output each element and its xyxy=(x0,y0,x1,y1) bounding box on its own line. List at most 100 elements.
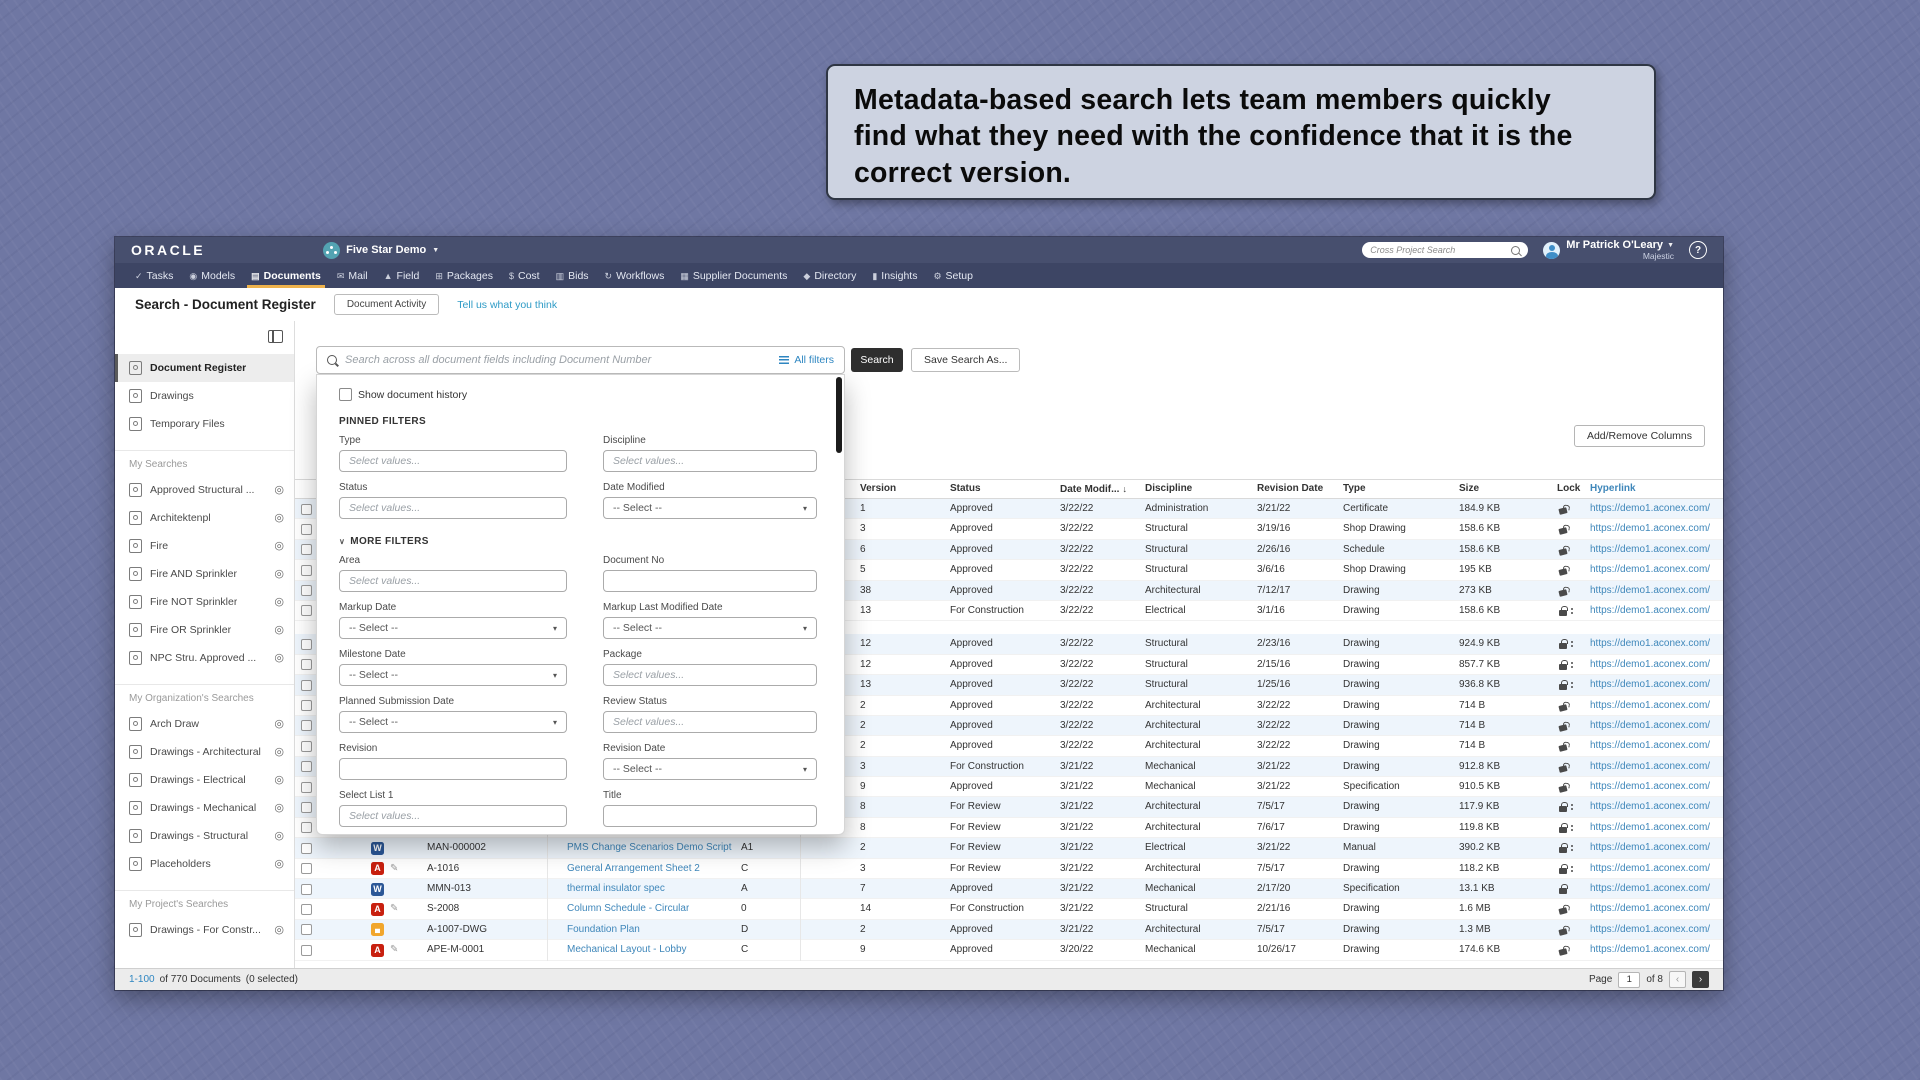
title-link[interactable]: Foundation Plan xyxy=(567,920,640,940)
title-link[interactable]: General Arrangement Sheet 2 xyxy=(567,859,700,879)
filter-field-input[interactable] xyxy=(339,758,567,780)
search-settings-icon[interactable] xyxy=(274,653,284,664)
nav-item[interactable]: Field xyxy=(376,263,428,288)
nav-item[interactable]: Cost xyxy=(501,263,548,288)
nav-item[interactable]: Documents xyxy=(243,263,329,288)
hyperlink-link[interactable]: https://demo1.aconex.com/ xyxy=(1590,655,1721,675)
hyperlink-link[interactable]: https://demo1.aconex.com/ xyxy=(1590,519,1721,539)
row-checkbox[interactable] xyxy=(301,585,312,596)
filter-field-input[interactable]: -- Select -- xyxy=(603,758,817,780)
column-header-type[interactable]: Type xyxy=(1343,480,1366,498)
hyperlink-link[interactable]: https://demo1.aconex.com/ xyxy=(1590,838,1721,858)
show-document-history-checkbox[interactable] xyxy=(339,388,352,401)
nav-item[interactable]: Mail xyxy=(329,263,376,288)
column-header-lock[interactable]: Lock xyxy=(1557,480,1575,498)
row-checkbox[interactable] xyxy=(301,904,312,915)
search-button[interactable]: Search xyxy=(851,348,903,372)
search-settings-icon[interactable] xyxy=(274,569,284,580)
hyperlink-link[interactable]: https://demo1.aconex.com/ xyxy=(1590,920,1721,940)
column-header-hyperlink[interactable]: Hyperlink xyxy=(1590,480,1721,498)
filter-field-input[interactable]: Select values... xyxy=(603,711,817,733)
search-settings-icon[interactable] xyxy=(274,625,284,636)
sidebar-item[interactable]: NPC Stru. Approved ... xyxy=(115,644,294,672)
page-number-input[interactable]: 1 xyxy=(1618,972,1640,988)
sidebar-item[interactable]: Fire OR Sprinkler xyxy=(115,616,294,644)
sidebar-item[interactable]: Drawings - For Constr... xyxy=(115,916,294,944)
row-checkbox[interactable] xyxy=(301,863,312,874)
column-header-discipline[interactable]: Discipline xyxy=(1145,480,1192,498)
row-checkbox[interactable] xyxy=(301,884,312,895)
row-checkbox[interactable] xyxy=(301,639,312,650)
filter-field-input[interactable]: -- Select -- xyxy=(339,711,567,733)
row-checkbox[interactable] xyxy=(301,659,312,670)
more-filters-toggle[interactable]: MORE FILTERS xyxy=(339,536,844,547)
sidebar-item[interactable]: Drawings - Electrical xyxy=(115,766,294,794)
document-activity-button[interactable]: Document Activity xyxy=(334,294,439,315)
search-settings-icon[interactable] xyxy=(274,485,284,496)
project-selector[interactable]: Five Star Demo ▼ xyxy=(323,242,439,259)
row-checkbox[interactable] xyxy=(301,782,312,793)
markup-pencil-icon[interactable] xyxy=(390,940,398,960)
search-settings-icon[interactable] xyxy=(274,831,284,842)
filter-field-input[interactable]: Select values... xyxy=(339,497,567,519)
search-settings-icon[interactable] xyxy=(274,925,284,936)
row-checkbox[interactable] xyxy=(301,761,312,772)
nav-item[interactable]: Workflows xyxy=(597,263,673,288)
next-page-button[interactable] xyxy=(1692,971,1709,988)
filter-field-input[interactable]: Select values... xyxy=(603,450,817,472)
column-header-revision-date[interactable]: Revision Date xyxy=(1257,480,1323,498)
filter-field-input[interactable]: Select values... xyxy=(603,664,817,686)
hyperlink-link[interactable]: https://demo1.aconex.com/ xyxy=(1590,675,1721,695)
title-link[interactable]: Mechanical Layout - Lobby xyxy=(567,940,687,960)
hyperlink-link[interactable]: https://demo1.aconex.com/ xyxy=(1590,560,1721,580)
hyperlink-link[interactable]: https://demo1.aconex.com/ xyxy=(1590,499,1721,519)
previous-page-button[interactable] xyxy=(1669,971,1686,988)
search-settings-icon[interactable] xyxy=(274,803,284,814)
hyperlink-link[interactable]: https://demo1.aconex.com/ xyxy=(1590,797,1721,817)
search-settings-icon[interactable] xyxy=(274,719,284,730)
markup-pencil-icon[interactable] xyxy=(390,859,398,879)
hyperlink-link[interactable]: https://demo1.aconex.com/ xyxy=(1590,716,1721,736)
row-checkbox[interactable] xyxy=(301,565,312,576)
hyperlink-link[interactable]: https://demo1.aconex.com/ xyxy=(1590,940,1721,960)
filter-field-input[interactable]: -- Select -- xyxy=(603,617,817,639)
sidebar-item[interactable]: Drawings - Structural xyxy=(115,822,294,850)
hyperlink-link[interactable]: https://demo1.aconex.com/ xyxy=(1590,777,1721,797)
row-checkbox[interactable] xyxy=(301,720,312,731)
hyperlink-link[interactable]: https://demo1.aconex.com/ xyxy=(1590,818,1721,838)
sidebar-item[interactable]: Architektenpl xyxy=(115,504,294,532)
hyperlink-link[interactable]: https://demo1.aconex.com/ xyxy=(1590,540,1721,560)
filter-field-input[interactable]: Select values... xyxy=(339,450,567,472)
hyperlink-link[interactable]: https://demo1.aconex.com/ xyxy=(1590,859,1721,879)
row-checkbox[interactable] xyxy=(301,504,312,515)
hyperlink-link[interactable]: https://demo1.aconex.com/ xyxy=(1590,757,1721,777)
hyperlink-link[interactable]: https://demo1.aconex.com/ xyxy=(1590,736,1721,756)
nav-item[interactable]: Packages xyxy=(427,263,501,288)
nav-item[interactable]: Models xyxy=(181,263,243,288)
filter-field-input[interactable]: Select values... xyxy=(339,570,567,592)
nav-item[interactable]: Tasks xyxy=(127,263,181,288)
nav-item[interactable]: Insights xyxy=(864,263,925,288)
filter-field-input[interactable] xyxy=(603,570,817,592)
sidebar-item[interactable]: Fire AND Sprinkler xyxy=(115,560,294,588)
row-checkbox[interactable] xyxy=(301,680,312,691)
feedback-link[interactable]: Tell us what you think xyxy=(457,299,557,311)
column-header-status[interactable]: Status xyxy=(950,480,981,498)
row-checkbox[interactable] xyxy=(301,741,312,752)
row-checkbox[interactable] xyxy=(301,945,312,956)
hyperlink-link[interactable]: https://demo1.aconex.com/ xyxy=(1590,899,1721,919)
sidebar-item[interactable]: Drawings - Mechanical xyxy=(115,794,294,822)
row-checkbox[interactable] xyxy=(301,802,312,813)
sidebar-item[interactable]: Placeholders xyxy=(115,850,294,878)
column-header-version[interactable]: Version xyxy=(860,480,896,498)
filter-field-input[interactable]: -- Select -- xyxy=(339,617,567,639)
search-settings-icon[interactable] xyxy=(274,541,284,552)
row-checkbox[interactable] xyxy=(301,605,312,616)
search-settings-icon[interactable] xyxy=(274,859,284,870)
popup-scrollbar[interactable] xyxy=(836,377,842,453)
sidebar-item[interactable]: Arch Draw xyxy=(115,710,294,738)
filter-field-input[interactable] xyxy=(603,805,817,827)
title-link[interactable]: PMS Change Scenarios Demo Script xyxy=(567,838,732,858)
sidebar-item[interactable]: Fire xyxy=(115,532,294,560)
row-checkbox[interactable] xyxy=(301,524,312,535)
